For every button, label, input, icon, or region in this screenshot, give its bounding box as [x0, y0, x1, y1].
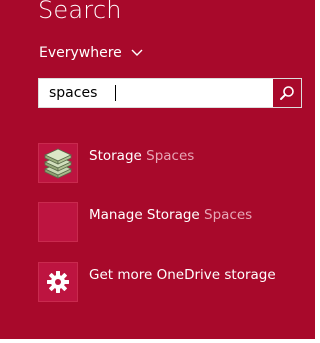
result-label-main: Manage Storage: [89, 207, 205, 223]
search-result-onedrive-storage[interactable]: Get more OneDrive storage: [38, 262, 303, 304]
search-result-manage-storage-spaces[interactable]: Manage Storage Spaces: [38, 202, 303, 244]
text-caret: [115, 85, 116, 101]
result-label-match: Spaces: [204, 207, 253, 223]
search-title: Search: [38, 0, 122, 24]
chevron-down-icon: [131, 49, 143, 56]
gear-icon: [47, 271, 69, 293]
search-result-storage-spaces[interactable]: Storage Spaces: [38, 143, 303, 185]
search-input[interactable]: [39, 79, 273, 107]
result-label: Manage Storage Spaces: [89, 206, 252, 224]
result-tile: [38, 143, 78, 183]
search-scope-label: Everywhere: [39, 45, 122, 61]
search-charm-panel: Search Everywhere spaces Storage Spaces …: [0, 0, 315, 339]
search-icon: [280, 86, 294, 100]
result-label: Storage Spaces: [89, 147, 194, 165]
result-label-main: Get more OneDrive storage: [89, 267, 276, 283]
search-scope-dropdown[interactable]: Everywhere: [39, 44, 143, 62]
storage-drives-icon: [44, 148, 72, 179]
result-label-main: Storage: [89, 148, 147, 164]
search-button[interactable]: [273, 79, 301, 107]
result-tile: [38, 262, 78, 302]
result-label: Get more OneDrive storage: [89, 266, 276, 284]
blank-tile-icon: [38, 202, 78, 242]
search-box: [38, 78, 302, 108]
result-label-match: Spaces: [146, 148, 195, 164]
